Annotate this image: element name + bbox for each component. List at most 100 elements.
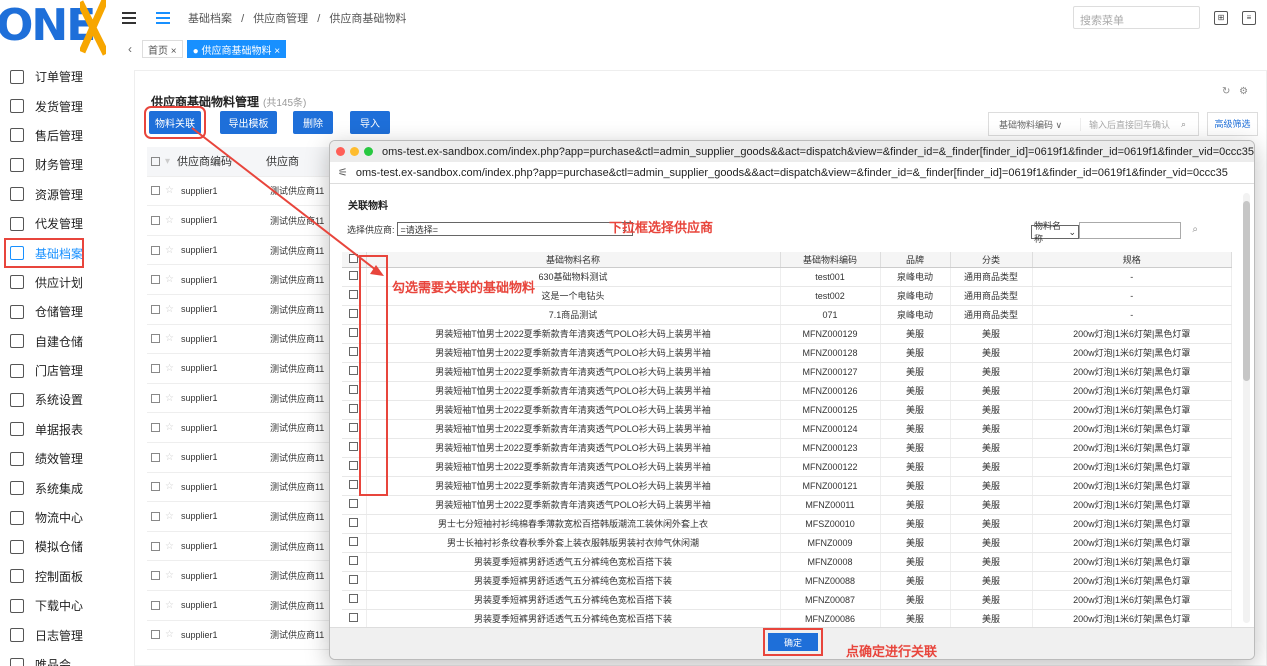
sidebar-item[interactable]: 仓储管理 bbox=[0, 297, 118, 326]
table-row[interactable]: 男装短袖T恤男士2022夏季新款青年清爽透气POLO衫大码上装男半袖 MFNZ00… bbox=[342, 362, 1232, 382]
sidebar-item[interactable]: 自建仓储 bbox=[0, 327, 118, 356]
sidebar-item[interactable]: 系统集成 bbox=[0, 473, 118, 502]
table-row[interactable]: ☆ supplier1 测试供应商11 bbox=[147, 177, 333, 207]
table-row[interactable]: 男装短袖T恤男士2022夏季新款青年清爽透气POLO衫大码上装男半袖 MFNZ00… bbox=[342, 419, 1232, 439]
table-row[interactable]: 男装夏季短裤男舒适透气五分裤纯色宽松百搭下装 MFNZ00087 美服 美服 200w灯… bbox=[342, 590, 1232, 610]
star-icon[interactable]: ☆ bbox=[165, 600, 174, 611]
sidebar-item[interactable]: 单据报表 bbox=[0, 415, 118, 444]
sidebar-item[interactable]: 财务管理 bbox=[0, 150, 118, 179]
row-checkbox[interactable] bbox=[349, 347, 359, 356]
table-row[interactable]: ☆ supplier1 测试供应商11 bbox=[147, 384, 333, 414]
tab-home[interactable]: 首页 × bbox=[142, 40, 183, 58]
sort-icon[interactable]: ▾ bbox=[165, 156, 170, 167]
maximize-window-icon[interactable] bbox=[364, 147, 373, 156]
fullscreen-icon[interactable]: ⊞ bbox=[1214, 11, 1228, 25]
row-checkbox[interactable] bbox=[349, 404, 359, 413]
filter-field-select[interactable]: 基础物料编码 ∨ bbox=[989, 117, 1081, 131]
row-checkbox[interactable] bbox=[349, 442, 359, 451]
star-icon[interactable]: ☆ bbox=[165, 570, 174, 581]
row-checkbox[interactable] bbox=[151, 482, 160, 492]
confirm-button[interactable]: 确定 bbox=[768, 633, 818, 651]
row-checkbox[interactable] bbox=[151, 571, 160, 581]
table-row[interactable]: ☆ supplier1 测试供应商11 bbox=[147, 413, 333, 443]
breadcrumb-item[interactable]: 供应商管理 bbox=[253, 13, 308, 25]
star-icon[interactable]: ☆ bbox=[165, 422, 174, 433]
table-row[interactable]: 7.1商品测试 071 泉峰电动 通用商品类型 - bbox=[342, 305, 1232, 325]
menu-search-input[interactable]: 搜索菜单 bbox=[1073, 6, 1200, 29]
row-checkbox[interactable] bbox=[151, 245, 160, 255]
sidebar-item[interactable]: 控制面板 bbox=[0, 562, 118, 591]
table-row[interactable]: 男装短袖T恤男士2022夏季新款青年清爽透气POLO衫大码上装男半袖 MFNZ00… bbox=[342, 343, 1232, 363]
star-icon[interactable]: ☆ bbox=[165, 274, 174, 285]
table-row[interactable]: 男装夏季短裤男舒适透气五分裤纯色宽松百搭下装 MFNZ00086 美服 美服 200w灯… bbox=[342, 609, 1232, 629]
star-icon[interactable]: ☆ bbox=[165, 481, 174, 492]
sidebar-item[interactable]: 售后管理 bbox=[0, 121, 118, 150]
popup-scrollbar[interactable] bbox=[1243, 193, 1250, 623]
sidebar-item[interactable]: 下载中心 bbox=[0, 591, 118, 620]
row-checkbox[interactable] bbox=[151, 541, 160, 551]
table-row[interactable]: ☆ supplier1 测试供应商11 bbox=[147, 206, 333, 236]
row-checkbox[interactable] bbox=[349, 423, 359, 432]
material-field-select[interactable]: 物料名称 ⌄ bbox=[1031, 221, 1079, 244]
column-header[interactable]: 供应商编码 bbox=[177, 153, 266, 169]
refresh-icon[interactable]: ↻ bbox=[1222, 86, 1230, 97]
row-checkbox[interactable] bbox=[349, 366, 359, 375]
search-icon[interactable]: ⌕ bbox=[1181, 119, 1186, 130]
row-checkbox[interactable] bbox=[349, 518, 359, 527]
star-icon[interactable]: ☆ bbox=[165, 393, 174, 404]
row-checkbox[interactable] bbox=[349, 328, 359, 337]
table-row[interactable]: ☆ supplier1 测试供应商11 bbox=[147, 443, 333, 473]
star-icon[interactable]: ☆ bbox=[165, 304, 174, 315]
sidebar-item[interactable]: 门店管理 bbox=[0, 356, 118, 385]
minimize-window-icon[interactable] bbox=[350, 147, 359, 156]
row-checkbox[interactable] bbox=[151, 304, 160, 314]
delete-button[interactable]: 删除 bbox=[293, 111, 333, 134]
star-icon[interactable]: ☆ bbox=[165, 541, 174, 552]
sidebar-item[interactable]: 订单管理 bbox=[0, 62, 118, 91]
column-header[interactable]: 供应商 bbox=[266, 153, 299, 169]
sidebar-item[interactable]: 基础档案 bbox=[4, 238, 84, 268]
table-row[interactable]: ☆ supplier1 测试供应商11 bbox=[147, 502, 333, 532]
star-icon[interactable]: ☆ bbox=[165, 452, 174, 463]
row-checkbox[interactable] bbox=[151, 511, 160, 521]
table-row[interactable]: ☆ supplier1 测试供应商11 bbox=[147, 473, 333, 503]
row-checkbox[interactable] bbox=[349, 594, 359, 603]
search-icon[interactable]: ⌕ bbox=[1192, 224, 1198, 235]
popup-url[interactable]: oms-test.ex-sandbox.com/index.php?app=pu… bbox=[356, 167, 1228, 179]
row-checkbox[interactable] bbox=[151, 186, 160, 196]
row-checkbox[interactable] bbox=[349, 290, 359, 299]
row-checkbox[interactable] bbox=[349, 271, 359, 280]
row-checkbox[interactable] bbox=[349, 309, 359, 318]
table-row[interactable]: ☆ supplier1 测试供应商11 bbox=[147, 591, 333, 621]
select-all-checkbox[interactable] bbox=[151, 156, 160, 166]
row-checkbox[interactable] bbox=[349, 385, 359, 394]
gear-icon[interactable]: ⚙ bbox=[1239, 86, 1248, 97]
table-row[interactable]: 男装短袖T恤男士2022夏季新款青年清爽透气POLO衫大码上装男半袖 MFNZ00… bbox=[342, 457, 1232, 477]
table-row[interactable]: 男装短袖T恤男士2022夏季新款青年清爽透气POLO衫大码上装男半袖 MFNZ00… bbox=[342, 495, 1232, 515]
table-row[interactable]: ☆ supplier1 测试供应商11 bbox=[147, 561, 333, 591]
import-button[interactable]: 导入 bbox=[350, 111, 390, 134]
site-settings-icon[interactable]: ⚟ bbox=[338, 166, 348, 179]
star-icon[interactable]: ☆ bbox=[165, 363, 174, 374]
sidebar-item[interactable]: 资源管理 bbox=[0, 180, 118, 209]
row-checkbox[interactable] bbox=[151, 600, 160, 610]
table-row[interactable]: 男装夏季短裤男舒适透气五分裤纯色宽松百搭下装 MFNZ00088 美服 美服 200w灯… bbox=[342, 571, 1232, 591]
table-row[interactable]: 男装短袖T恤男士2022夏季新款青年清爽透气POLO衫大码上装男半袖 MFNZ00… bbox=[342, 324, 1232, 344]
table-row[interactable]: ☆ supplier1 测试供应商11 bbox=[147, 236, 333, 266]
row-checkbox[interactable] bbox=[151, 452, 160, 462]
row-checkbox[interactable] bbox=[151, 215, 160, 225]
row-checkbox[interactable] bbox=[151, 334, 160, 344]
hamburger-icon[interactable] bbox=[156, 12, 170, 24]
star-icon[interactable]: ☆ bbox=[165, 629, 174, 640]
sidebar-item[interactable]: 发货管理 bbox=[0, 91, 118, 120]
row-checkbox[interactable] bbox=[349, 461, 359, 470]
table-row[interactable]: 男装短袖T恤男士2022夏季新款青年清爽透气POLO衫大码上装男半袖 MFNZ00… bbox=[342, 438, 1232, 458]
table-row[interactable]: 男装短袖T恤男士2022夏季新款青年清爽透气POLO衫大码上装男半袖 MFNZ00… bbox=[342, 476, 1232, 496]
message-icon[interactable]: ≡ bbox=[1242, 11, 1256, 25]
row-checkbox[interactable] bbox=[151, 393, 160, 403]
star-icon[interactable]: ☆ bbox=[165, 215, 174, 226]
breadcrumb-item[interactable]: 基础档案 bbox=[188, 13, 232, 25]
row-checkbox[interactable] bbox=[349, 480, 359, 489]
row-checkbox[interactable] bbox=[151, 630, 160, 640]
sidebar-item[interactable]: 代发管理 bbox=[0, 209, 118, 238]
